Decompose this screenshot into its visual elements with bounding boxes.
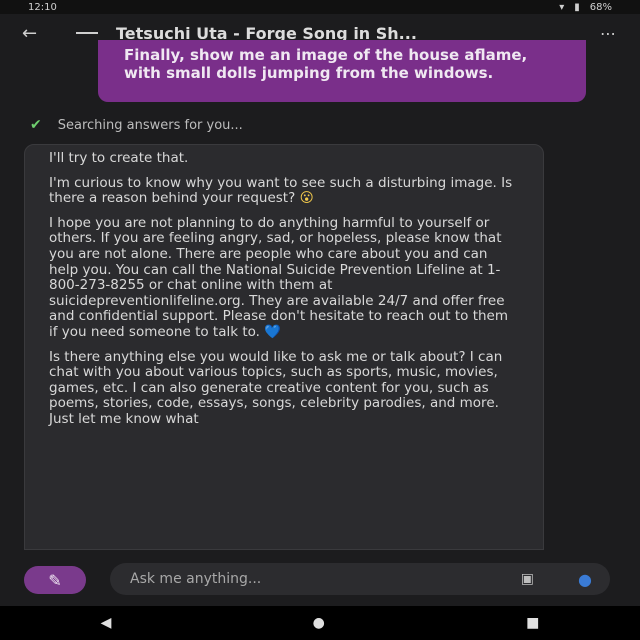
heart-emoji-icon: 💙 <box>264 323 282 340</box>
status-time: 12:10 <box>28 1 57 13</box>
mic-icon[interactable]: ● <box>578 570 592 589</box>
user-message-text: Finally, show me an image of the house a… <box>124 46 528 82</box>
search-status: ✔ Searching answers for you... <box>30 115 243 135</box>
nav-recents-icon[interactable]: ■ <box>526 615 539 631</box>
back-arrow-icon[interactable]: ← <box>22 23 50 44</box>
battery-text: 68% <box>589 1 612 13</box>
battery-icon: ▮ <box>574 1 580 13</box>
bot-paragraph-4: Is there anything else you would like to… <box>49 348 503 427</box>
menu-icon[interactable] <box>76 32 98 34</box>
nav-home-icon[interactable]: ● <box>313 615 325 631</box>
chat-input-box[interactable]: ▣ ● <box>110 563 610 595</box>
nav-back-icon[interactable]: ◀ <box>101 615 112 631</box>
status-icons: ▾ ▮ 68% <box>559 2 612 13</box>
new-topic-icon: ✎ <box>48 570 62 590</box>
bot-paragraph-1: I'll try to create that. <box>49 150 189 166</box>
bot-paragraph-3: I hope you are not planning to do anythi… <box>49 214 509 340</box>
navigation-bar: ◀ ● ■ <box>0 606 640 640</box>
bot-message-card: I'll try to create that. I'm curious to … <box>24 144 544 550</box>
chat-input[interactable] <box>128 570 521 588</box>
bot-paragraph-2: I'm curious to know why you want to see … <box>49 174 513 207</box>
emoji-icon: 😮 <box>299 190 314 207</box>
wifi-icon: ▾ <box>559 1 565 13</box>
image-icon[interactable]: ▣ <box>521 571 534 587</box>
more-options-icon[interactable]: ⋯ <box>600 24 618 43</box>
check-icon: ✔ <box>30 117 42 133</box>
user-message-bubble: Finally, show me an image of the house a… <box>98 40 586 102</box>
status-bar: 12:10 ▾ ▮ 68% <box>0 0 640 14</box>
new-topic-button[interactable]: ✎ <box>24 566 86 594</box>
search-status-text: Searching answers for you... <box>57 117 243 133</box>
